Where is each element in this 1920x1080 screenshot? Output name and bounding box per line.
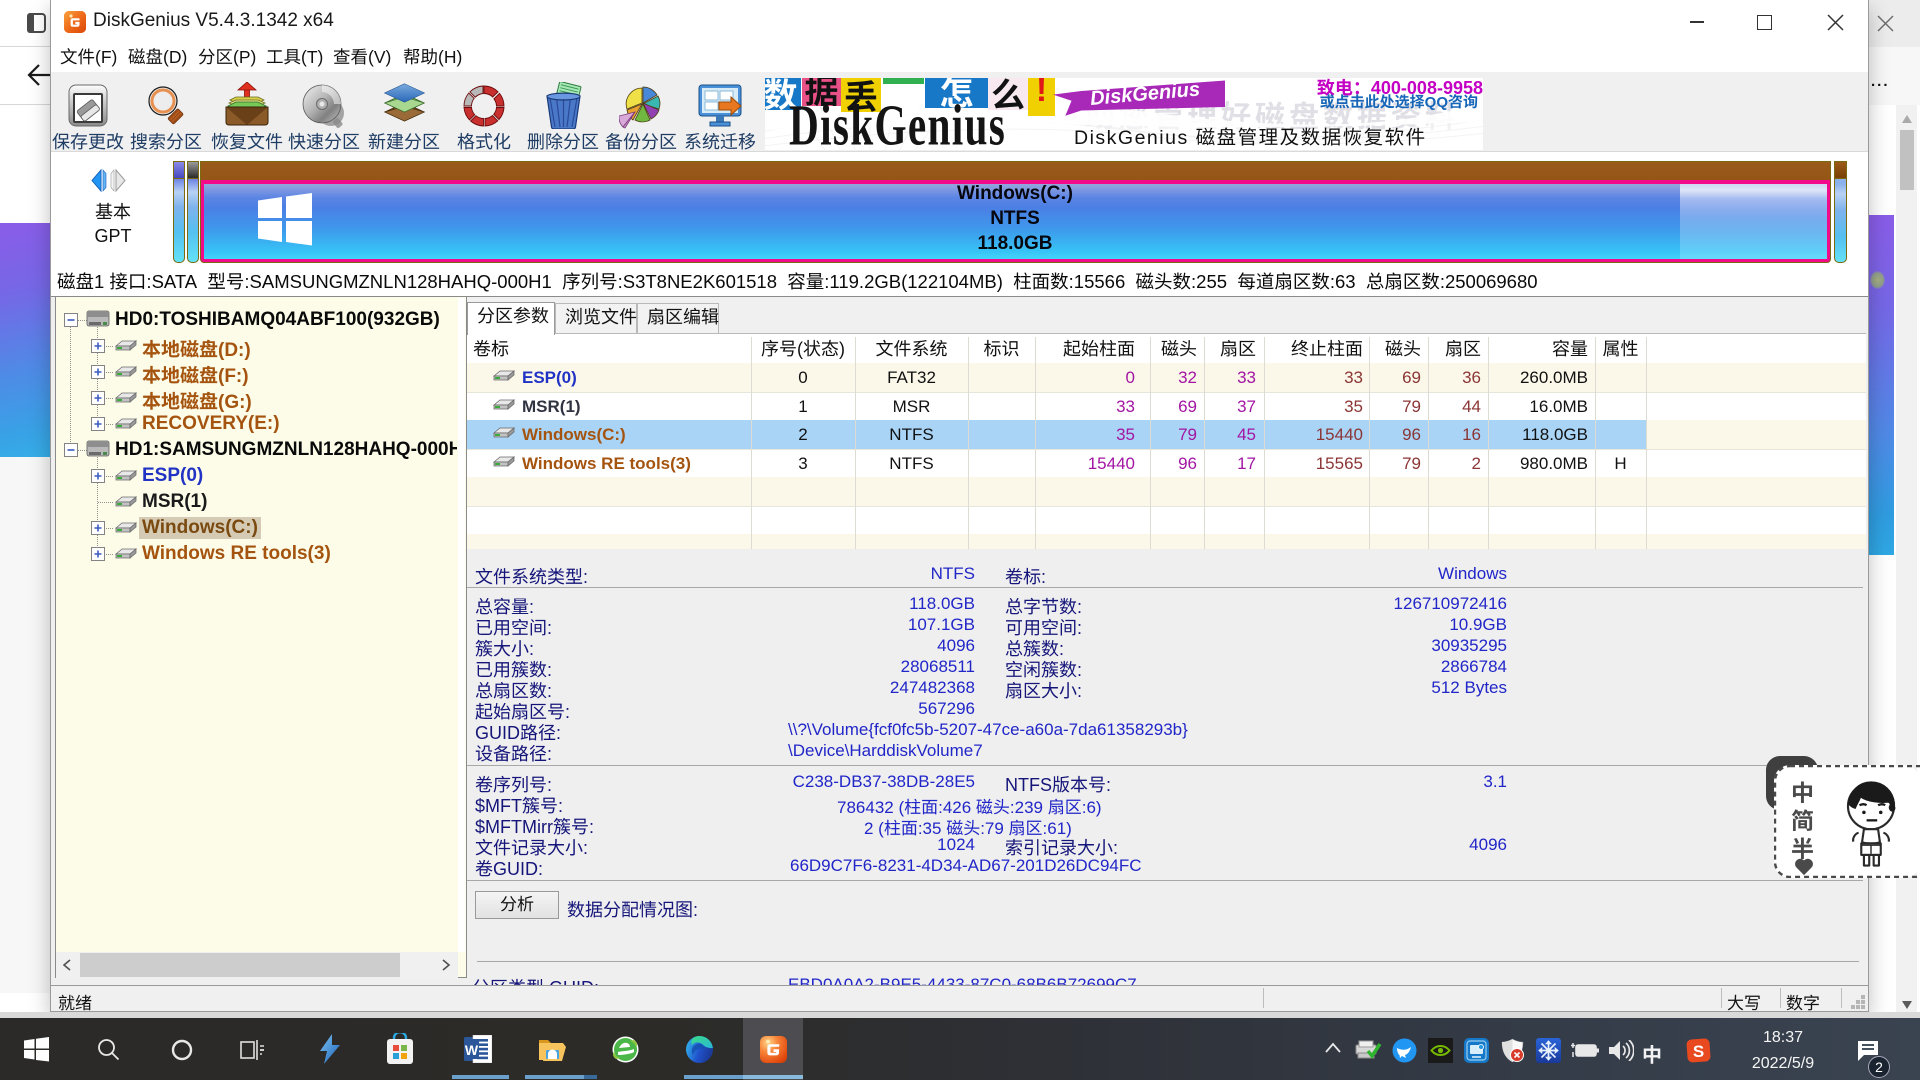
svg-text:S: S xyxy=(1693,1042,1704,1061)
svg-text:W: W xyxy=(465,1042,479,1058)
